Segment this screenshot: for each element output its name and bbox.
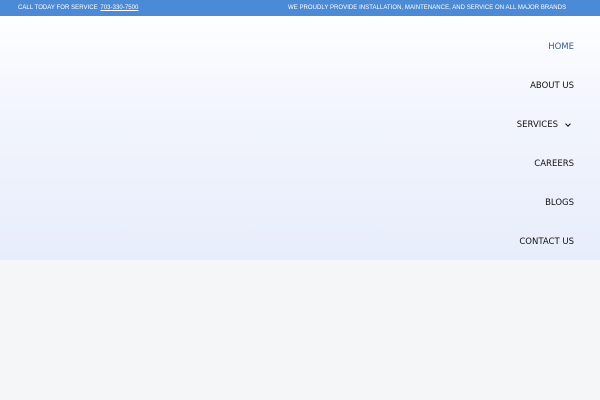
nav-item-careers[interactable]: CAREERS <box>534 157 574 171</box>
nav-item-label: BLOGS <box>545 198 574 208</box>
nav-item-label: ABOUT US <box>530 81 574 91</box>
phone-link[interactable]: 703-330-7500 <box>100 5 138 11</box>
nav-item-contact-us[interactable]: CONTACT US <box>519 235 574 249</box>
call-info: CALL TODAY FOR SERVICE 703-330-7500 <box>18 0 138 16</box>
nav-item-home[interactable]: HOME <box>548 40 574 54</box>
nav-item-blogs[interactable]: BLOGS <box>545 196 574 210</box>
page-content-area <box>0 260 600 400</box>
main-navigation: HOME ABOUT US SERVICES CAREERS BLOGS CON… <box>454 16 574 260</box>
nav-item-label: HOME <box>548 42 574 52</box>
call-text: CALL TODAY FOR SERVICE <box>18 5 98 11</box>
top-info-bar: CALL TODAY FOR SERVICE 703-330-7500 WE P… <box>0 0 600 16</box>
nav-item-label: CAREERS <box>534 159 574 169</box>
chevron-down-icon[interactable] <box>565 120 571 127</box>
tagline: WE PROUDLY PROVIDE INSTALLATION, MAINTEN… <box>288 5 567 11</box>
nav-item-label: SERVICES <box>516 120 558 130</box>
nav-item-label: CONTACT US <box>519 237 574 247</box>
nav-item-about-us[interactable]: ABOUT US <box>530 79 574 93</box>
nav-item-services[interactable]: SERVICES <box>517 118 574 132</box>
